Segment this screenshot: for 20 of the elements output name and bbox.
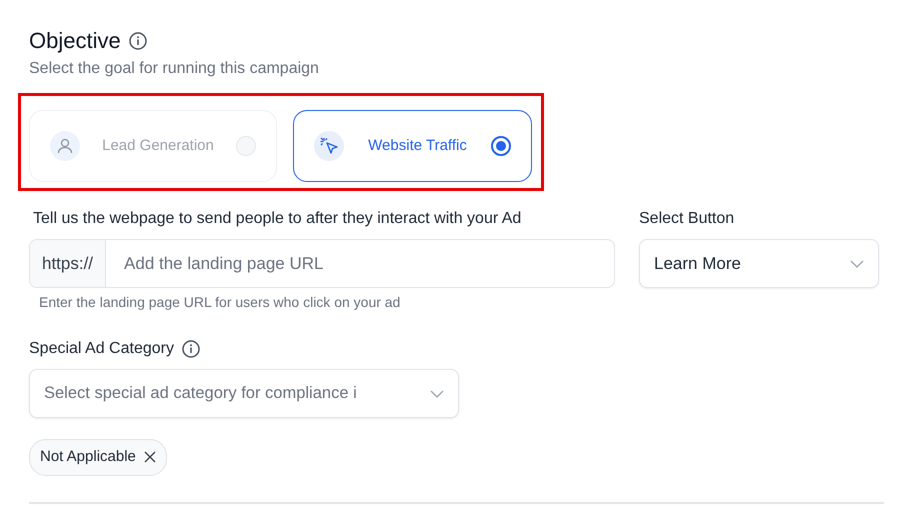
info-icon[interactable] [182, 340, 200, 358]
chevron-down-icon [850, 260, 864, 268]
info-icon[interactable] [128, 32, 147, 50]
objective-option[interactable]: Website Traffic [293, 110, 532, 182]
field-hint: Enter the landing page URL for users who click on your ad [38, 293, 402, 312]
person-icon [50, 131, 80, 161]
tag-chip[interactable]: Not Applicable [29, 439, 167, 476]
close-icon[interactable] [144, 451, 156, 464]
url-input[interactable]: Add the landing page URL [106, 240, 614, 287]
field-label: Special Ad Category [29, 339, 174, 359]
category-select[interactable]: Select special ad category for compliance i [29, 369, 459, 418]
section-title: Objective [29, 27, 121, 55]
chevron-down-icon [430, 390, 444, 398]
field-label: Select Button [639, 209, 736, 229]
button-select[interactable]: Learn More [639, 239, 879, 288]
url-field[interactable]: https:// Add the landing page URL [29, 239, 615, 288]
section-subtitle: Select the goal for running this campaign [29, 59, 320, 79]
field-label: Tell us the webpage to send people to after they interact with your Ad [32, 209, 522, 229]
cursor-click-icon [314, 131, 344, 161]
radio-button[interactable] [491, 136, 511, 156]
